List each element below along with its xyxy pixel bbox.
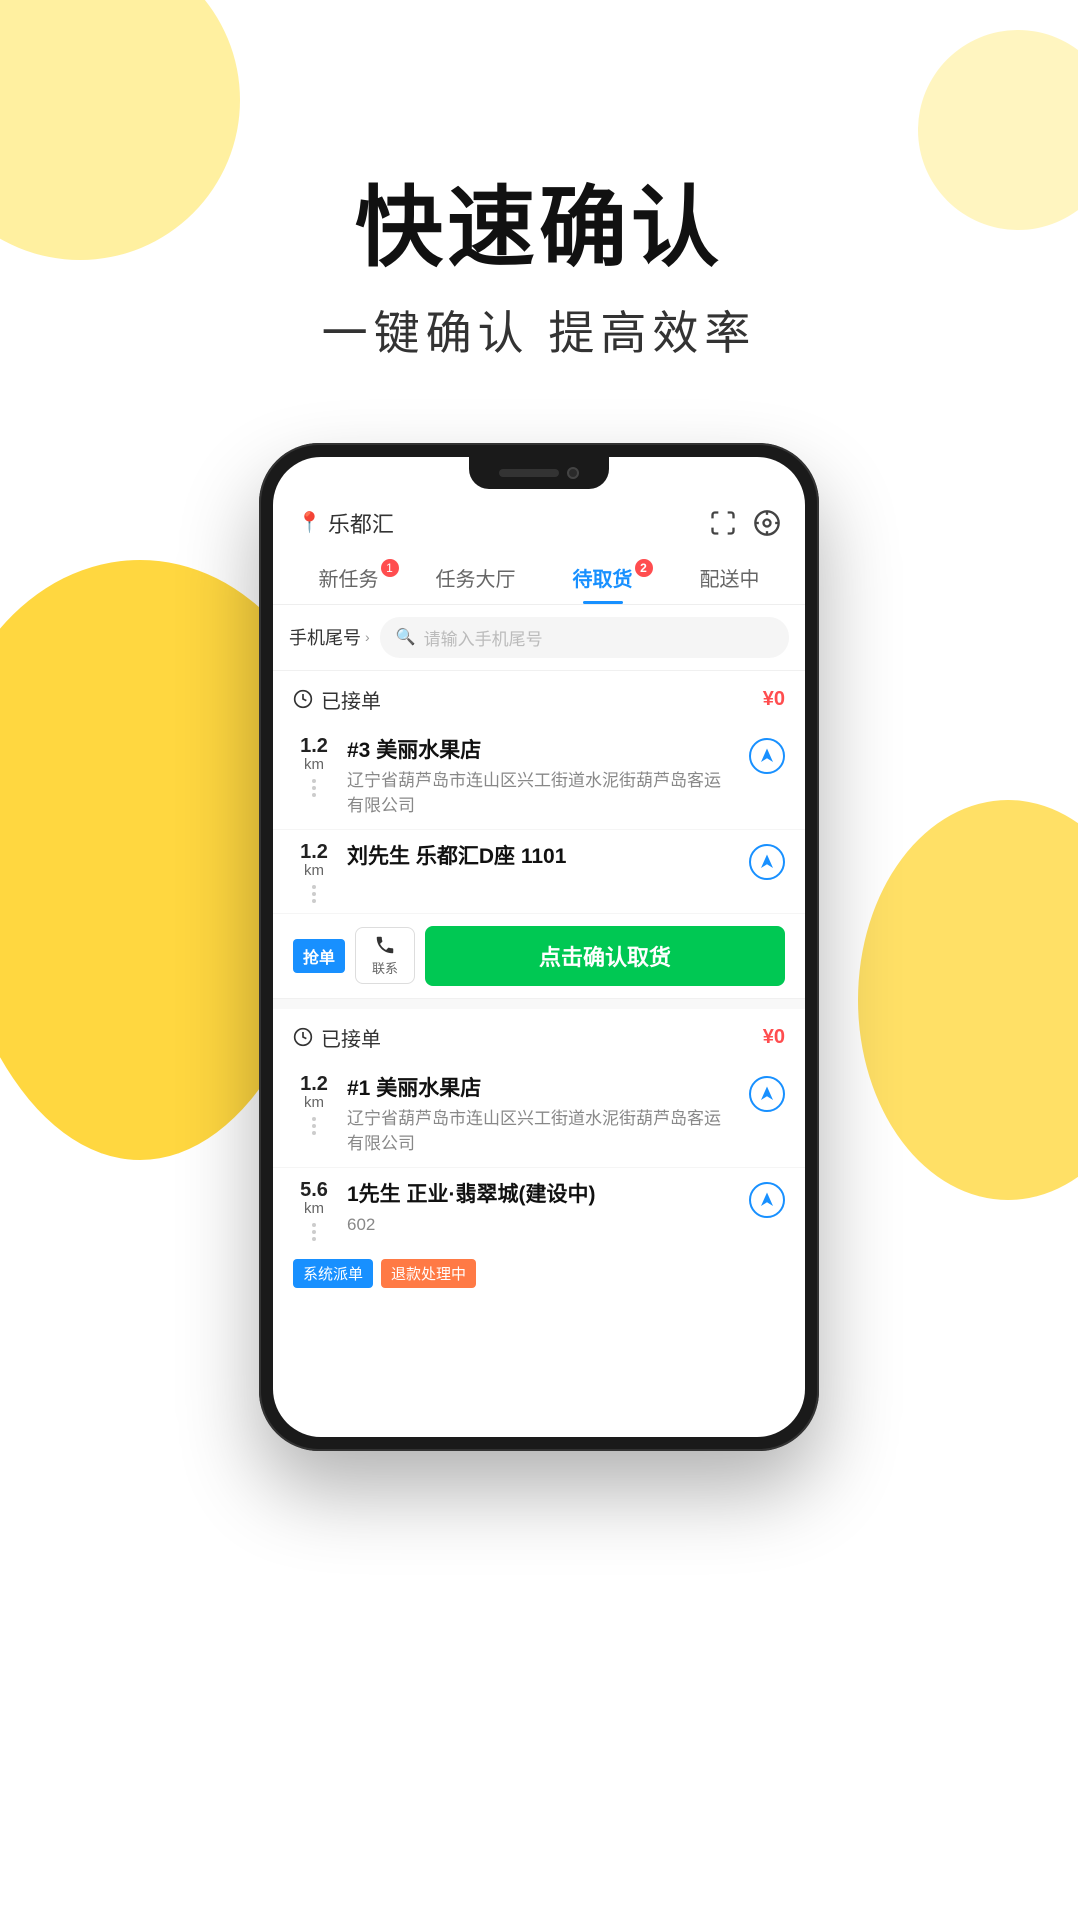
distance-col-2: 1.2 km [293,840,335,903]
hero-title: 快速确认 [0,180,1078,277]
section1-title: 已接单 [293,685,381,714]
search-area: 手机尾号 › 🔍 请输入手机尾号 [273,605,805,671]
target-icon[interactable] [753,509,781,537]
distance-col-3: 1.2 km [293,1072,335,1135]
section2-price: ¥0 [763,1026,785,1049]
tab-new-task-badge: 1 [381,559,399,577]
contact-label: 联系 [372,958,398,977]
location-display: 📍 乐都汇 [297,507,394,539]
header-icons [709,509,781,537]
order-item-store2: 1.2 km #1 美丽水果店 辽宁省葫芦岛市连山区兴工街道水泥街葫芦岛客运有限… [273,1062,805,1168]
distance-dots-4 [312,1223,316,1241]
distance-num-2: 1.2 [300,842,328,862]
order-item-top-1: 1.2 km #3 美丽水果店 辽宁省葫芦岛市连山区兴工街道水泥街葫芦岛客运有限… [293,734,785,819]
tab-bar: 新任务 1 任务大厅 待取货 2 配送中 [273,551,805,605]
chevron-right-icon: › [365,629,370,645]
distance-num-4: 5.6 [300,1180,328,1200]
section2-title-text: 已接单 [321,1023,381,1052]
tab-waiting-badge: 2 [635,559,653,577]
status-badges: 系统派单 退款处理中 [273,1251,805,1304]
store-name-1: #3 美丽水果店 [347,734,737,764]
phone-icon [374,934,396,956]
hero-subtitle: 一键确认 提高效率 [0,297,1078,363]
distance-unit-3: km [304,1094,324,1111]
distance-col-1: 1.2 km [293,734,335,797]
section1-header: 已接单 ¥0 [273,671,805,724]
order-info-2: 刘先生 乐都汇D座 1101 [347,840,737,874]
tab-task-hall-label: 任务大厅 [436,569,516,591]
distance-dots-2 [312,885,316,903]
section-divider [273,999,805,1009]
distance-unit-2: km [304,862,324,879]
order-item-top-4: 5.6 km 1先生 正业·翡翠城(建设中) 602 [293,1178,785,1241]
badge-refund: 退款处理中 [381,1259,476,1288]
order-section-1: 已接单 ¥0 1.2 km [273,671,805,999]
phone-section: 📍 乐都汇 [0,443,1078,1451]
section1-title-text: 已接单 [321,685,381,714]
delivery-address-2: 602 [347,1212,737,1238]
phone-screen: 📍 乐都汇 [273,457,805,1437]
phone-mockup: 📍 乐都汇 [259,443,819,1451]
delivery-name-2: 1先生 正业·翡翠城(建设中) [347,1178,737,1208]
tab-task-hall[interactable]: 任务大厅 [412,551,539,604]
clock-icon [293,689,313,709]
store-address-1: 辽宁省葫芦岛市连山区兴工街道水泥街葫芦岛客运有限公司 [347,768,737,819]
tab-new-task[interactable]: 新任务 1 [285,551,412,604]
location-pin-icon: 📍 [297,510,322,535]
badge-system-assign: 系统派单 [293,1259,373,1288]
tab-waiting-pickup-label: 待取货 [573,569,633,591]
distance-num-1: 1.2 [300,736,328,756]
search-input-wrap[interactable]: 🔍 请输入手机尾号 [380,617,789,658]
order-item-delivery2: 5.6 km 1先生 正业·翡翠城(建设中) 602 [273,1168,805,1251]
filter-label: 手机尾号 [289,624,361,650]
phone-filter[interactable]: 手机尾号 › [289,624,370,650]
distance-num-3: 1.2 [300,1074,328,1094]
tab-delivering-label: 配送中 [700,569,760,591]
nav-icon-3[interactable] [749,1076,785,1112]
order-item-top-2: 1.2 km 刘先生 乐都汇D座 1101 [293,840,785,903]
section2-header: 已接单 ¥0 [273,1009,805,1062]
nav-icon-2[interactable] [749,844,785,880]
contact-button[interactable]: 联系 [355,927,415,984]
order-section-2: 已接单 ¥0 1.2 km [273,1009,805,1304]
action-row-1: 抢单 联系 点击确认取货 [273,914,805,999]
tab-waiting-pickup[interactable]: 待取货 2 [539,551,666,604]
search-placeholder: 请输入手机尾号 [424,625,543,650]
section2-title: 已接单 [293,1023,381,1052]
nav-icon-1[interactable] [749,738,785,774]
delivery-name-1: 刘先生 乐都汇D座 1101 [347,840,737,870]
phone-speaker [499,469,559,477]
distance-unit-4: km [304,1200,324,1217]
tab-delivering[interactable]: 配送中 [666,551,793,604]
order-info-3: #1 美丽水果店 辽宁省葫芦岛市连山区兴工街道水泥街葫芦岛客运有限公司 [347,1072,737,1157]
search-icon: 🔍 [396,627,416,647]
distance-dots-1 [312,779,316,797]
distance-unit-1: km [304,756,324,773]
order-info-4: 1先生 正业·翡翠城(建设中) 602 [347,1178,737,1238]
store-address-2: 辽宁省葫芦岛市连山区兴工街道水泥街葫芦岛客运有限公司 [347,1106,737,1157]
order-item-top-3: 1.2 km #1 美丽水果店 辽宁省葫芦岛市连山区兴工街道水泥街葫芦岛客运有限… [293,1072,785,1157]
order-item-delivery1: 1.2 km 刘先生 乐都汇D座 1101 [273,830,805,914]
confirm-pickup-button[interactable]: 点击确认取货 [425,926,785,986]
section1-price: ¥0 [763,688,785,711]
clock-icon-2 [293,1027,313,1047]
tab-new-task-label: 新任务 [319,569,379,591]
store-name-2: #1 美丽水果店 [347,1072,737,1102]
grab-badge[interactable]: 抢单 [293,939,345,973]
expand-icon[interactable] [709,509,737,537]
phone-notch [469,457,609,489]
nav-icon-4[interactable] [749,1182,785,1218]
hero-section: 快速确认 一键确认 提高效率 [0,0,1078,423]
location-text: 乐都汇 [328,507,394,539]
order-info-1: #3 美丽水果店 辽宁省葫芦岛市连山区兴工街道水泥街葫芦岛客运有限公司 [347,734,737,819]
distance-dots-3 [312,1117,316,1135]
order-item-store1: 1.2 km #3 美丽水果店 辽宁省葫芦岛市连山区兴工街道水泥街葫芦岛客运有限… [273,724,805,830]
phone-camera [567,467,579,479]
distance-col-4: 5.6 km [293,1178,335,1241]
